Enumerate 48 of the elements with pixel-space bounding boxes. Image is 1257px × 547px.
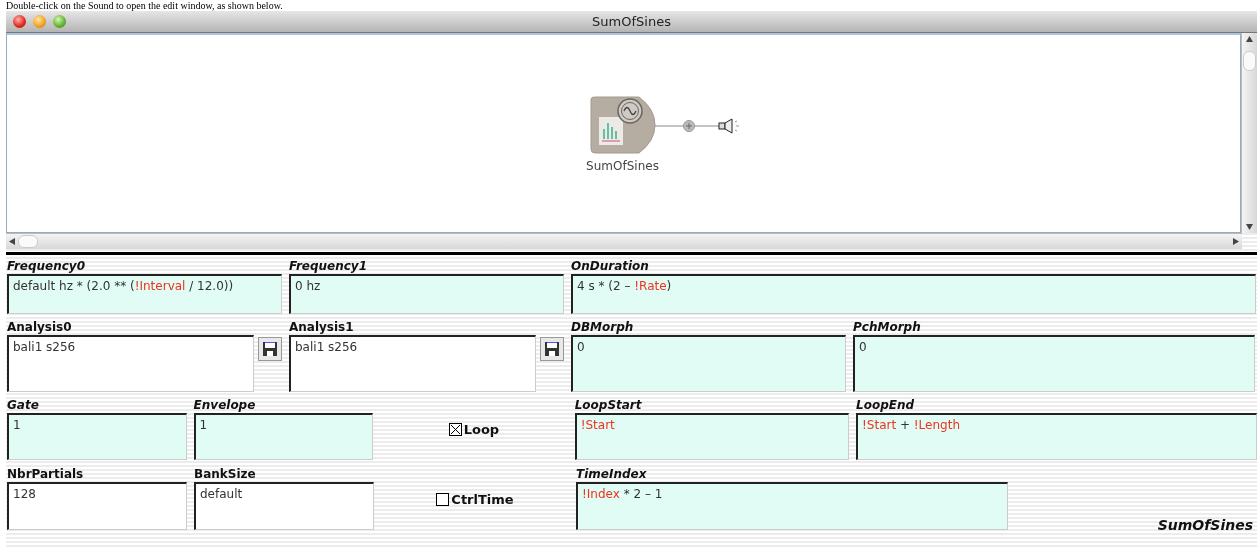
parameter-field[interactable]: 1: [193, 413, 374, 460]
parameter-field[interactable]: !Index * 2 – 1: [576, 482, 1008, 530]
parameter-label: Analysis1: [289, 320, 355, 335]
node-label: SumOfSines: [586, 159, 659, 173]
parameter-label: BankSize: [194, 467, 257, 482]
sound-node-icon[interactable]: [588, 95, 657, 157]
parameter-field[interactable]: 4 s * (2 – !Rate): [571, 274, 1256, 314]
parameter-label: Gate: [7, 398, 40, 413]
horizontal-scrollbar[interactable]: [6, 233, 1242, 249]
zoom-button[interactable]: [53, 15, 66, 28]
scroll-left-icon[interactable]: [9, 238, 15, 245]
scroll-up-icon[interactable]: [1246, 36, 1253, 42]
parameter-field[interactable]: 0 hz: [289, 274, 564, 314]
scroll-thumb[interactable]: [18, 235, 38, 248]
parameter-field[interactable]: 0: [571, 335, 846, 392]
scroll-down-icon[interactable]: [1246, 224, 1253, 230]
parameter-field[interactable]: 0: [853, 335, 1255, 392]
checkbox[interactable]: CtrlTime: [436, 491, 514, 507]
parameter-field[interactable]: default hz * (2.0 ** (!Interval / 12.0)): [7, 274, 282, 314]
window-title: SumOfSines: [591, 14, 672, 29]
caption-text: Double-click on the Sound to open the edit window, as shown below.: [5, 0, 284, 11]
parameter-label: DBMorph: [571, 320, 635, 335]
parameter-label: Frequency1: [289, 259, 369, 274]
parameter-label: NbrPartials: [7, 467, 85, 482]
parameter-label: OnDuration: [571, 259, 650, 274]
parameter-field[interactable]: default: [194, 482, 374, 530]
parameter-field[interactable]: !Start + !Length: [856, 413, 1257, 460]
parameter-field[interactable]: bali1 s256: [289, 335, 536, 392]
parameter-label: LoopStart: [574, 398, 643, 413]
scroll-right-icon[interactable]: [1233, 238, 1239, 245]
parameter-label: Frequency0: [7, 259, 87, 274]
parameter-field[interactable]: 128: [7, 482, 187, 530]
cross-mark-icon: [449, 424, 461, 435]
parameter-label: LoopEnd: [856, 398, 916, 413]
close-button[interactable]: [13, 15, 26, 28]
parameter-label: PchMorph: [853, 320, 922, 335]
sound-name: SumOfSines: [1157, 517, 1253, 533]
scroll-thumb[interactable]: [1243, 51, 1256, 71]
parameter-field[interactable]: bali1 s256: [7, 335, 254, 392]
vertical-scrollbar[interactable]: [1241, 33, 1257, 233]
save-icon[interactable]: [540, 337, 564, 361]
parameter-label: TimeIndex: [576, 467, 648, 482]
parameter-label: Envelope: [193, 398, 257, 413]
parameter-label: Analysis0: [7, 320, 73, 335]
save-icon[interactable]: [258, 337, 282, 361]
parameter-field[interactable]: 1: [7, 413, 187, 460]
parameter-field[interactable]: !Start: [574, 413, 849, 460]
checkbox[interactable]: Loop: [448, 422, 500, 437]
